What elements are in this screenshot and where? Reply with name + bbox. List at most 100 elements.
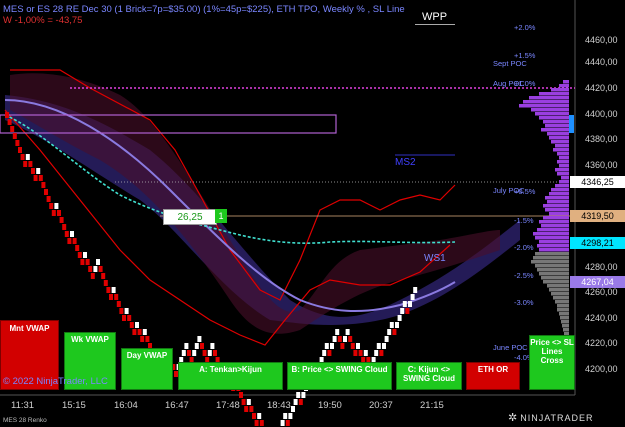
ninjatrader-logo: ✲ NINJATRADER [508, 411, 594, 424]
renko-brick [88, 266, 93, 272]
renko-brick [98, 266, 103, 272]
renko-brick [51, 210, 56, 216]
renko-brick [93, 266, 98, 272]
renko-brick [410, 294, 415, 300]
renko-brick [72, 238, 77, 244]
scroll-marker[interactable] [569, 115, 574, 133]
profile-bar [543, 204, 569, 208]
renko-brick [241, 399, 246, 405]
renko-brick [283, 413, 288, 419]
profile-bar [555, 300, 569, 304]
renko-brick [111, 287, 116, 293]
profile-bar [537, 228, 569, 232]
renko-brick [348, 336, 353, 342]
renko-brick [252, 413, 256, 419]
renko-brick [202, 350, 207, 356]
renko-brick [288, 413, 293, 419]
wpp-underline [415, 24, 455, 25]
renko-brick [31, 168, 35, 174]
pct-level-label: +2.0% [514, 23, 536, 32]
profile-bar [549, 192, 569, 196]
renko-brick [75, 245, 80, 251]
renko-brick [137, 329, 142, 335]
pct-level-label: -2.5% [514, 271, 534, 280]
profile-bar [555, 144, 569, 148]
profile-bar [547, 284, 569, 288]
renko-brick [57, 210, 61, 216]
renko-brick [129, 322, 134, 328]
renko-brick [122, 315, 126, 321]
profile-bar [541, 128, 569, 132]
price-box-count: 1 [215, 209, 227, 223]
profile-bar [559, 164, 569, 168]
renko-brick [5, 112, 9, 118]
price-box: 26,25 [163, 209, 217, 225]
renko-brick [116, 301, 121, 307]
profile-bar [547, 200, 569, 204]
renko-brick [64, 231, 69, 237]
profile-bar [539, 240, 569, 244]
kijun-swing-cloud-button[interactable]: C: Kijun <> SWING Cloud [396, 362, 462, 390]
profile-bar [545, 124, 569, 128]
ms2-label: MS2 [395, 157, 416, 168]
renko-brick [132, 329, 137, 335]
profile-bar [543, 280, 569, 284]
renko-brick [15, 140, 20, 146]
pct-level-label: -2.0% [514, 243, 534, 252]
profile-bar [561, 176, 569, 180]
renko-brick [244, 406, 249, 412]
profile-bar [551, 88, 569, 92]
profile-bar [549, 288, 569, 292]
price-label: 4260,00 [585, 287, 618, 297]
poc-label: Sept POC [493, 59, 527, 68]
renko-brick [327, 350, 332, 356]
renko-brick [402, 301, 407, 307]
renko-brick [18, 147, 22, 153]
renko-brick [207, 350, 212, 356]
profile-bar [539, 272, 569, 276]
price-label: 4440,00 [585, 57, 618, 67]
copyright-text: © 2022 NinjaTrader, LLC [3, 376, 108, 387]
profile-bar [535, 236, 569, 240]
renko-brick [376, 343, 381, 349]
sl-lines-cross-button[interactable]: Price <> SL Lines Cross [529, 335, 575, 390]
renko-brick [379, 350, 384, 356]
profile-bar [553, 148, 569, 152]
profile-bar [559, 84, 569, 88]
profile-bar [557, 152, 569, 156]
day-vwap-button[interactable]: Day VWAP [121, 348, 173, 390]
renko-brick [142, 329, 147, 335]
renko-brick [353, 350, 358, 356]
profile-bar [531, 260, 569, 264]
price-label: 4220,00 [585, 338, 618, 348]
renko-brick [345, 329, 350, 335]
eth-or-button[interactable]: ETH OR [466, 362, 520, 390]
brand-text: NINJATRADER [520, 412, 594, 423]
profile-bar [533, 256, 569, 260]
renko-brick [28, 161, 33, 167]
renko-brick [254, 420, 259, 426]
renko-brick [96, 259, 100, 265]
profile-bar [545, 208, 569, 212]
cyan-ma-price-tag: 4298,21 [570, 237, 625, 249]
renko-brick [405, 308, 410, 314]
renko-brick [119, 308, 124, 314]
renko-brick [184, 343, 189, 349]
profile-bar [557, 160, 569, 164]
renko-brick [293, 399, 298, 405]
price-swing-cloud-button[interactable]: B: Price <> SWING Cloud [287, 362, 392, 390]
profile-bar [563, 80, 569, 84]
renko-brick [46, 196, 51, 202]
renko-brick [335, 329, 340, 335]
tenkan-kijun-button[interactable]: A: Tenkan>Kijun [178, 362, 283, 390]
profile-bar [553, 296, 569, 300]
renko-brick [114, 294, 119, 300]
profile-bar [539, 220, 569, 224]
profile-bar [557, 308, 569, 312]
ws1-label: WS1 [424, 253, 446, 264]
renko-brick [387, 329, 392, 335]
renko-brick [257, 413, 262, 419]
poc-label: Aug POC [493, 79, 525, 88]
profile-bar [539, 116, 569, 120]
renko-brick [197, 336, 202, 342]
